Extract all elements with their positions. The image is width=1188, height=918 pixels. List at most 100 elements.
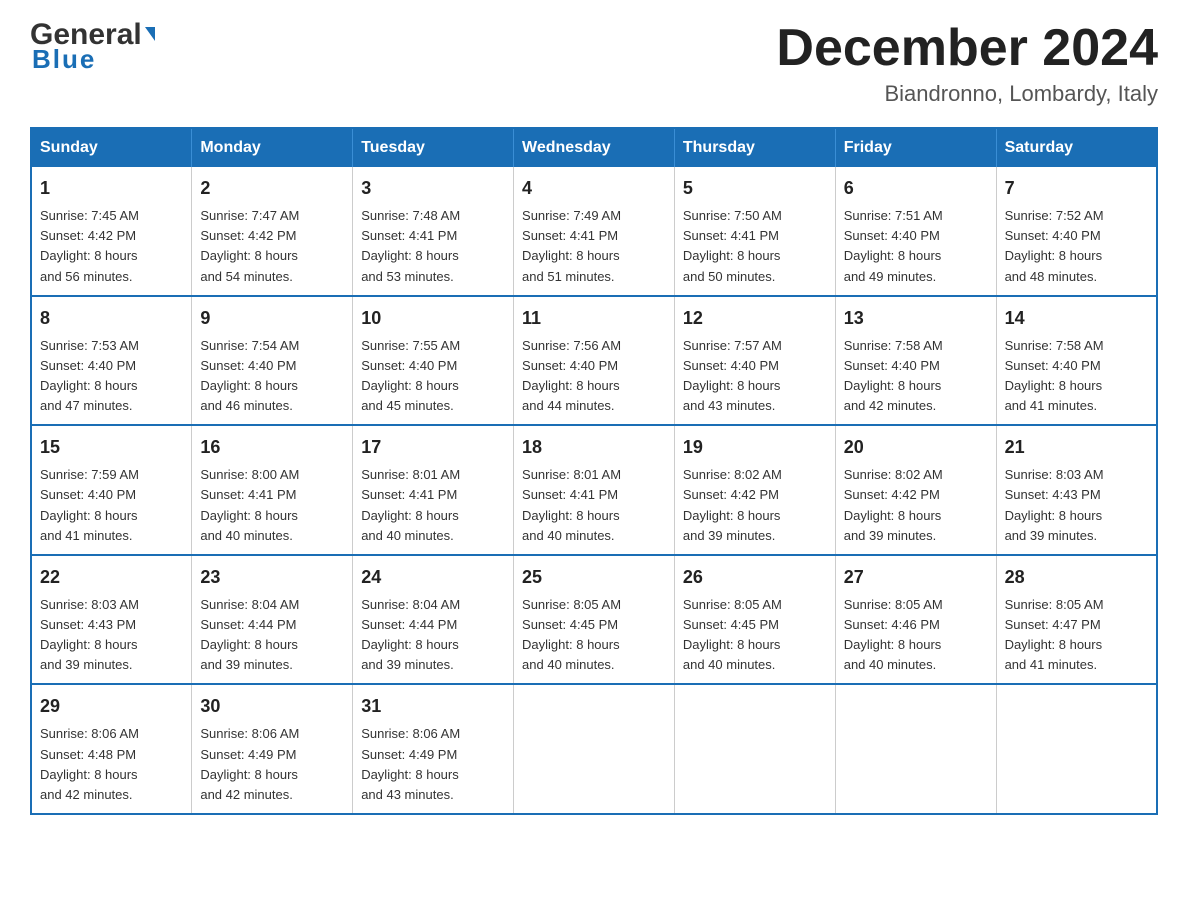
day-number: 8 (40, 305, 183, 332)
day-number: 5 (683, 175, 827, 202)
calendar-week-4: 22 Sunrise: 8:03 AMSunset: 4:43 PMDaylig… (31, 555, 1157, 685)
day-number: 19 (683, 434, 827, 461)
day-number: 30 (200, 693, 344, 720)
calendar-cell: 17 Sunrise: 8:01 AMSunset: 4:41 PMDaylig… (353, 425, 514, 555)
calendar-cell: 21 Sunrise: 8:03 AMSunset: 4:43 PMDaylig… (996, 425, 1157, 555)
calendar-cell: 5 Sunrise: 7:50 AMSunset: 4:41 PMDayligh… (674, 167, 835, 296)
calendar-cell: 29 Sunrise: 8:06 AMSunset: 4:48 PMDaylig… (31, 684, 192, 814)
day-number: 14 (1005, 305, 1148, 332)
day-number: 15 (40, 434, 183, 461)
day-number: 23 (200, 564, 344, 591)
col-tuesday: Tuesday (353, 128, 514, 167)
day-number: 17 (361, 434, 505, 461)
day-number: 24 (361, 564, 505, 591)
calendar-cell (514, 684, 675, 814)
calendar-week-5: 29 Sunrise: 8:06 AMSunset: 4:48 PMDaylig… (31, 684, 1157, 814)
day-number: 28 (1005, 564, 1148, 591)
month-title: December 2024 (776, 20, 1158, 77)
calendar-week-3: 15 Sunrise: 7:59 AMSunset: 4:40 PMDaylig… (31, 425, 1157, 555)
day-info: Sunrise: 7:45 AMSunset: 4:42 PMDaylight:… (40, 208, 139, 283)
day-info: Sunrise: 7:58 AMSunset: 4:40 PMDaylight:… (844, 338, 943, 413)
day-info: Sunrise: 7:47 AMSunset: 4:42 PMDaylight:… (200, 208, 299, 283)
calendar-cell: 24 Sunrise: 8:04 AMSunset: 4:44 PMDaylig… (353, 555, 514, 685)
calendar-cell: 26 Sunrise: 8:05 AMSunset: 4:45 PMDaylig… (674, 555, 835, 685)
calendar-cell: 18 Sunrise: 8:01 AMSunset: 4:41 PMDaylig… (514, 425, 675, 555)
calendar-cell: 15 Sunrise: 7:59 AMSunset: 4:40 PMDaylig… (31, 425, 192, 555)
day-info: Sunrise: 8:05 AMSunset: 4:47 PMDaylight:… (1005, 597, 1104, 672)
calendar-cell: 19 Sunrise: 8:02 AMSunset: 4:42 PMDaylig… (674, 425, 835, 555)
day-info: Sunrise: 7:57 AMSunset: 4:40 PMDaylight:… (683, 338, 782, 413)
logo: General Blue (30, 20, 155, 75)
calendar-cell: 12 Sunrise: 7:57 AMSunset: 4:40 PMDaylig… (674, 296, 835, 426)
day-number: 1 (40, 175, 183, 202)
col-friday: Friday (835, 128, 996, 167)
day-number: 16 (200, 434, 344, 461)
calendar-cell: 13 Sunrise: 7:58 AMSunset: 4:40 PMDaylig… (835, 296, 996, 426)
day-number: 3 (361, 175, 505, 202)
calendar-cell: 4 Sunrise: 7:49 AMSunset: 4:41 PMDayligh… (514, 167, 675, 296)
day-info: Sunrise: 8:02 AMSunset: 4:42 PMDaylight:… (844, 467, 943, 542)
calendar-cell: 16 Sunrise: 8:00 AMSunset: 4:41 PMDaylig… (192, 425, 353, 555)
day-number: 10 (361, 305, 505, 332)
calendar-cell: 10 Sunrise: 7:55 AMSunset: 4:40 PMDaylig… (353, 296, 514, 426)
day-info: Sunrise: 8:01 AMSunset: 4:41 PMDaylight:… (361, 467, 460, 542)
col-saturday: Saturday (996, 128, 1157, 167)
calendar-cell (835, 684, 996, 814)
calendar-cell: 27 Sunrise: 8:05 AMSunset: 4:46 PMDaylig… (835, 555, 996, 685)
day-number: 29 (40, 693, 183, 720)
calendar-cell: 28 Sunrise: 8:05 AMSunset: 4:47 PMDaylig… (996, 555, 1157, 685)
col-thursday: Thursday (674, 128, 835, 167)
day-number: 27 (844, 564, 988, 591)
day-info: Sunrise: 8:01 AMSunset: 4:41 PMDaylight:… (522, 467, 621, 542)
day-info: Sunrise: 8:06 AMSunset: 4:49 PMDaylight:… (361, 726, 460, 801)
day-info: Sunrise: 8:00 AMSunset: 4:41 PMDaylight:… (200, 467, 299, 542)
day-number: 22 (40, 564, 183, 591)
day-info: Sunrise: 8:04 AMSunset: 4:44 PMDaylight:… (200, 597, 299, 672)
day-number: 4 (522, 175, 666, 202)
calendar-cell: 30 Sunrise: 8:06 AMSunset: 4:49 PMDaylig… (192, 684, 353, 814)
day-number: 21 (1005, 434, 1148, 461)
day-number: 2 (200, 175, 344, 202)
calendar-cell (674, 684, 835, 814)
calendar-cell: 25 Sunrise: 8:05 AMSunset: 4:45 PMDaylig… (514, 555, 675, 685)
location-text: Biandronno, Lombardy, Italy (776, 81, 1158, 107)
day-info: Sunrise: 7:48 AMSunset: 4:41 PMDaylight:… (361, 208, 460, 283)
title-section: December 2024 Biandronno, Lombardy, Ital… (776, 20, 1158, 107)
page-header: General Blue December 2024 Biandronno, L… (30, 20, 1158, 107)
day-number: 6 (844, 175, 988, 202)
col-sunday: Sunday (31, 128, 192, 167)
calendar-cell: 31 Sunrise: 8:06 AMSunset: 4:49 PMDaylig… (353, 684, 514, 814)
day-number: 25 (522, 564, 666, 591)
calendar-cell: 22 Sunrise: 8:03 AMSunset: 4:43 PMDaylig… (31, 555, 192, 685)
calendar-table: Sunday Monday Tuesday Wednesday Thursday… (30, 127, 1158, 815)
calendar-cell: 23 Sunrise: 8:04 AMSunset: 4:44 PMDaylig… (192, 555, 353, 685)
day-info: Sunrise: 7:53 AMSunset: 4:40 PMDaylight:… (40, 338, 139, 413)
day-number: 26 (683, 564, 827, 591)
day-info: Sunrise: 7:56 AMSunset: 4:40 PMDaylight:… (522, 338, 621, 413)
col-wednesday: Wednesday (514, 128, 675, 167)
day-number: 18 (522, 434, 666, 461)
day-info: Sunrise: 7:54 AMSunset: 4:40 PMDaylight:… (200, 338, 299, 413)
day-info: Sunrise: 8:05 AMSunset: 4:45 PMDaylight:… (522, 597, 621, 672)
calendar-cell: 7 Sunrise: 7:52 AMSunset: 4:40 PMDayligh… (996, 167, 1157, 296)
day-info: Sunrise: 8:03 AMSunset: 4:43 PMDaylight:… (40, 597, 139, 672)
day-number: 13 (844, 305, 988, 332)
logo-triangle-icon (145, 27, 155, 41)
day-info: Sunrise: 7:58 AMSunset: 4:40 PMDaylight:… (1005, 338, 1104, 413)
calendar-cell (996, 684, 1157, 814)
col-monday: Monday (192, 128, 353, 167)
calendar-cell: 20 Sunrise: 8:02 AMSunset: 4:42 PMDaylig… (835, 425, 996, 555)
calendar-cell: 11 Sunrise: 7:56 AMSunset: 4:40 PMDaylig… (514, 296, 675, 426)
day-info: Sunrise: 7:52 AMSunset: 4:40 PMDaylight:… (1005, 208, 1104, 283)
day-info: Sunrise: 7:49 AMSunset: 4:41 PMDaylight:… (522, 208, 621, 283)
calendar-cell: 6 Sunrise: 7:51 AMSunset: 4:40 PMDayligh… (835, 167, 996, 296)
calendar-week-1: 1 Sunrise: 7:45 AMSunset: 4:42 PMDayligh… (31, 167, 1157, 296)
day-info: Sunrise: 8:04 AMSunset: 4:44 PMDaylight:… (361, 597, 460, 672)
day-number: 31 (361, 693, 505, 720)
day-info: Sunrise: 7:59 AMSunset: 4:40 PMDaylight:… (40, 467, 139, 542)
day-info: Sunrise: 7:55 AMSunset: 4:40 PMDaylight:… (361, 338, 460, 413)
calendar-cell: 8 Sunrise: 7:53 AMSunset: 4:40 PMDayligh… (31, 296, 192, 426)
day-number: 9 (200, 305, 344, 332)
calendar-cell: 3 Sunrise: 7:48 AMSunset: 4:41 PMDayligh… (353, 167, 514, 296)
day-info: Sunrise: 8:05 AMSunset: 4:46 PMDaylight:… (844, 597, 943, 672)
